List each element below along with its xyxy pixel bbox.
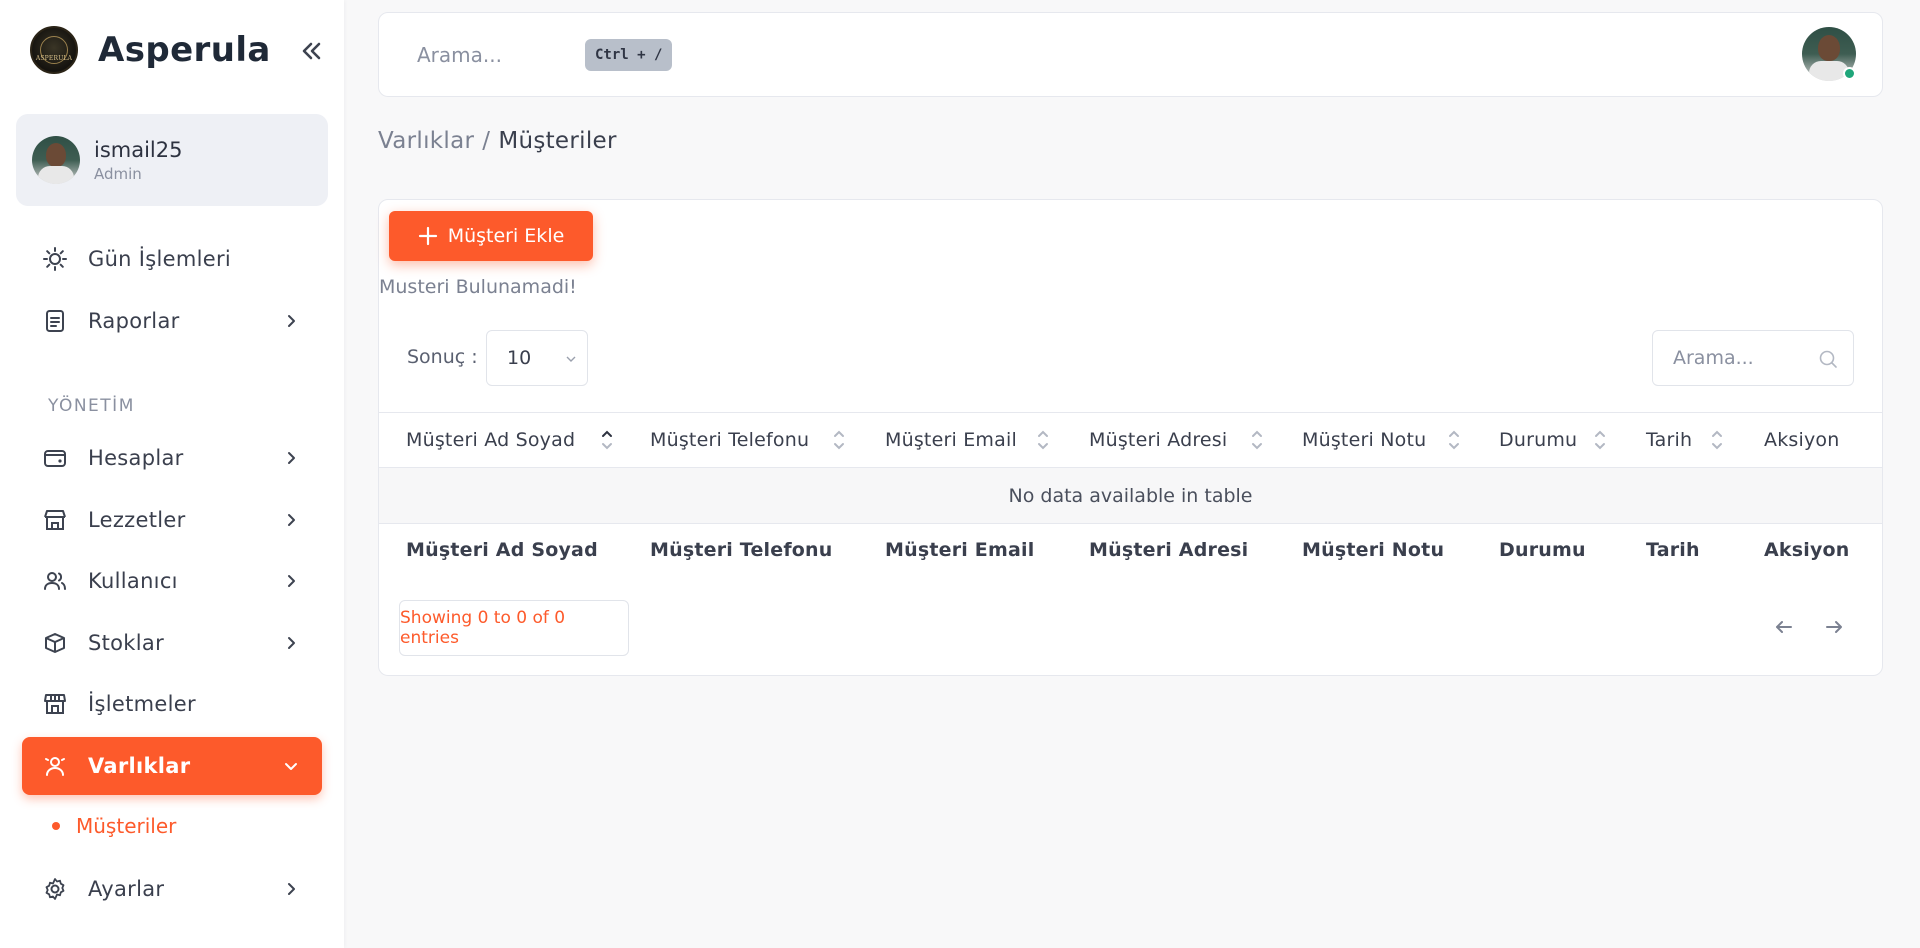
nav-item-gun-islemleri[interactable]: Gün İşlemleri: [22, 230, 322, 288]
breadcrumb-separator: /: [482, 128, 491, 154]
nav-label: Raporlar: [88, 309, 180, 333]
box-icon: [42, 630, 68, 656]
footer-column: Müşteri Email: [885, 539, 1035, 561]
nav-item-lezzetler[interactable]: Lezzetler: [22, 491, 322, 549]
column-header[interactable]: Müşteri Telefonu: [650, 429, 809, 451]
user-name: ismail25: [94, 137, 183, 162]
sub-item-musteriler[interactable]: Müşteriler: [52, 814, 176, 838]
nav-label: Lezzetler: [88, 508, 186, 532]
nav-item-hesaplar[interactable]: Hesaplar: [22, 429, 322, 487]
nav-item-raporlar[interactable]: Raporlar: [22, 292, 322, 350]
table-search-placeholder: Arama...: [1673, 347, 1754, 369]
chevron-down-icon: [566, 356, 576, 362]
nav-label: Ayarlar: [88, 877, 165, 901]
chevron-right-icon: [282, 312, 300, 330]
nav-label: Kullanıcı: [88, 569, 178, 593]
previous-page-icon[interactable]: [1771, 614, 1797, 640]
collapse-sidebar-icon[interactable]: [296, 36, 326, 66]
assets-icon: [42, 753, 68, 779]
customers-card: Müşteri Ekle Musteri Bulunamadi! Sonuç :…: [378, 199, 1883, 676]
column-header[interactable]: Müşteri Adresi: [1089, 429, 1227, 451]
sort-icon[interactable]: [833, 426, 845, 454]
footer-column: Aksiyon: [1764, 539, 1850, 561]
chevron-right-icon: [282, 634, 300, 652]
nav-label: İşletmeler: [88, 692, 196, 716]
next-page-icon[interactable]: [1821, 614, 1847, 640]
search-shortcut-badge: Ctrl + /: [585, 39, 673, 71]
nav-item-isletmeler[interactable]: İşletmeler: [22, 675, 322, 733]
profile-avatar-button[interactable]: [1802, 27, 1856, 81]
table-empty-row: No data available in table: [379, 468, 1882, 524]
breadcrumb-parent[interactable]: Varlıklar: [378, 128, 474, 154]
sun-icon: [42, 246, 68, 272]
sort-asc-icon[interactable]: [601, 426, 613, 454]
table-search-input[interactable]: Arama...: [1652, 330, 1854, 386]
footer-column: Müşteri Telefonu: [650, 539, 833, 561]
breadcrumb: Varlıklar / Müşteriler: [378, 128, 617, 154]
online-status-icon: [1843, 67, 1856, 80]
sort-icon[interactable]: [1037, 426, 1049, 454]
chevron-right-icon: [282, 572, 300, 590]
brand-name: Asperula: [98, 30, 271, 70]
restaurant-icon: [42, 507, 68, 533]
nav-label: Hesaplar: [88, 446, 184, 470]
nav-label: Gün İşlemleri: [88, 247, 232, 271]
footer-column: Müşteri Notu: [1302, 539, 1445, 561]
brand-logo: ASPERULA: [30, 26, 78, 74]
user-card[interactable]: ismail25 Admin: [16, 114, 328, 206]
section-label-yonetim: YÖNETİM: [48, 396, 135, 416]
report-icon: [42, 308, 68, 334]
plus-icon: [418, 226, 437, 246]
table-header: Müşteri Ad Soyad Müşteri Telefonu Müşter…: [379, 412, 1882, 468]
column-header[interactable]: Müşteri Notu: [1302, 429, 1426, 451]
nav-item-stoklar[interactable]: Stoklar: [22, 614, 322, 672]
sort-icon[interactable]: [1251, 426, 1263, 454]
table-info: Showing 0 to 0 of 0 entries: [399, 600, 629, 656]
sort-icon[interactable]: [1594, 426, 1606, 454]
wallet-icon: [42, 445, 68, 471]
page-length-value: 10: [507, 347, 532, 369]
column-header[interactable]: Tarih: [1646, 429, 1692, 451]
page-length-label: Sonuç :: [407, 346, 478, 368]
sort-icon[interactable]: [1711, 426, 1723, 454]
column-header: Aksiyon: [1764, 429, 1840, 451]
footer-column: Müşteri Ad Soyad: [406, 539, 598, 561]
page-length-select[interactable]: 10: [486, 330, 588, 386]
sort-icon[interactable]: [1448, 426, 1460, 454]
chevron-right-icon: [282, 449, 300, 467]
sidebar: ASPERULA Asperula ismail25 Admin Gün İşl…: [0, 0, 344, 948]
footer-column: Müşteri Adresi: [1089, 539, 1249, 561]
nav-label: Stoklar: [88, 631, 165, 655]
footer-column: Tarih: [1646, 539, 1700, 561]
footer-column: Durumu: [1499, 539, 1586, 561]
avatar: [32, 136, 80, 184]
chevron-down-icon: [282, 757, 300, 775]
chevron-right-icon: [282, 880, 300, 898]
empty-message: Musteri Bulunamadi!: [379, 276, 577, 298]
nav-item-varliklar[interactable]: Varlıklar: [22, 737, 322, 795]
add-customer-label: Müşteri Ekle: [447, 225, 565, 247]
users-icon: [42, 568, 68, 594]
chevron-right-icon: [282, 511, 300, 529]
nav-label: Varlıklar: [88, 754, 191, 778]
bullet-icon: [52, 822, 60, 830]
column-header[interactable]: Müşteri Email: [885, 429, 1017, 451]
breadcrumb-current: Müşteriler: [498, 128, 617, 154]
user-role: Admin: [94, 164, 142, 183]
brand[interactable]: ASPERULA Asperula: [30, 24, 271, 76]
gear-icon: [42, 876, 68, 902]
add-customer-button[interactable]: Müşteri Ekle: [389, 211, 593, 261]
global-search-input[interactable]: Arama...: [417, 43, 502, 67]
nav-item-ayarlar[interactable]: Ayarlar: [22, 860, 322, 918]
column-header[interactable]: Müşteri Ad Soyad: [406, 429, 575, 451]
brand-logo-text: ASPERULA: [35, 55, 73, 62]
column-header[interactable]: Durumu: [1499, 429, 1577, 451]
topbar: Arama... Ctrl + /: [378, 12, 1883, 97]
search-icon: [1819, 350, 1837, 368]
store-icon: [42, 691, 68, 717]
sub-item-label: Müşteriler: [76, 814, 177, 838]
nav-item-kullanici[interactable]: Kullanıcı: [22, 552, 322, 610]
